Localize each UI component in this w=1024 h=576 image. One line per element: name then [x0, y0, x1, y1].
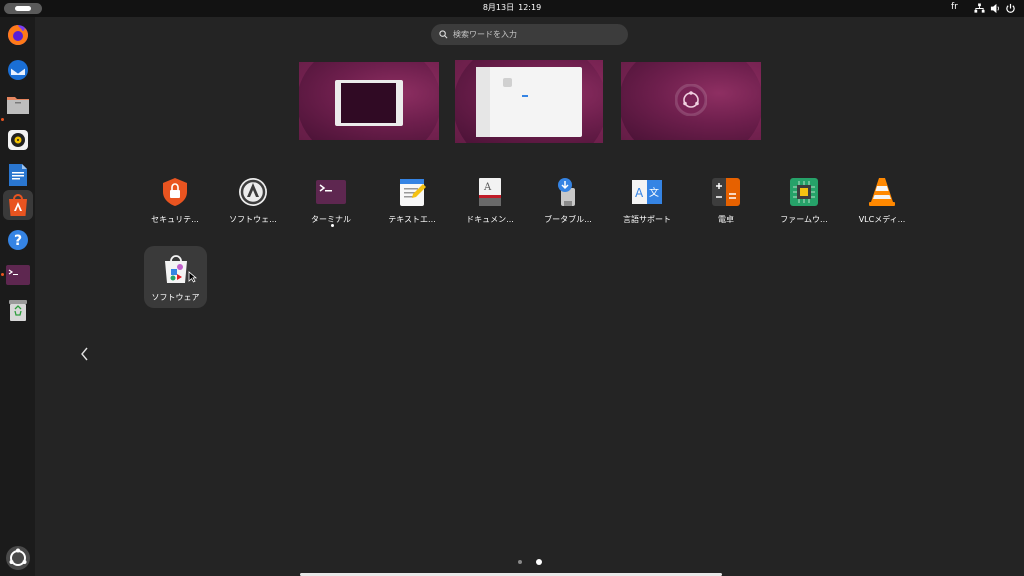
app-text-editor[interactable]: テキストエ... — [377, 176, 447, 236]
writer-icon — [9, 164, 27, 186]
terminal-running-indicator — [331, 224, 334, 227]
app-label: 電卓 — [718, 215, 734, 224]
show-apps-icon — [6, 546, 30, 570]
dock-thunderbird[interactable] — [3, 55, 33, 85]
svg-text:?: ? — [14, 233, 22, 249]
software-updater-icon — [239, 178, 267, 206]
clock[interactable]: 8月13日 12:19 — [0, 2, 1024, 13]
bootable-usb-icon — [558, 178, 575, 206]
terminal-icon — [316, 180, 346, 204]
window-sidebar — [476, 67, 490, 137]
window-app-icon — [503, 78, 512, 87]
software-folder-icon — [165, 255, 187, 283]
network-icon[interactable] — [974, 3, 985, 14]
app-folder-software[interactable]: ソフトウェア — [144, 246, 207, 308]
dock-writer[interactable] — [3, 160, 33, 190]
help-icon: ? — [8, 230, 28, 250]
files-icon — [7, 97, 29, 114]
desktop-overview: 8月13日 12:19 fr ? 検索ワードを入力 セキュリテ... ソフトウェ… — [0, 0, 1024, 576]
app-label: ブータブル... — [544, 215, 592, 224]
app-vlc[interactable]: VLCメディ... — [847, 176, 917, 236]
app-terminal[interactable]: ターミナル — [296, 176, 366, 236]
previous-page-icon[interactable] — [78, 346, 92, 362]
window-link — [522, 95, 528, 97]
dock-trash[interactable] — [3, 295, 33, 325]
trash-icon — [9, 300, 27, 321]
running-indicator — [1, 118, 4, 121]
dock-terminal[interactable] — [3, 260, 33, 290]
workspace-thumbnail-1[interactable] — [299, 62, 439, 140]
search-icon — [439, 30, 448, 39]
app-center-window-thumbnail[interactable] — [476, 67, 582, 137]
app-label: テキストエ... — [388, 215, 436, 224]
terminal-content — [341, 83, 396, 123]
svg-text:文: 文 — [649, 186, 659, 199]
dock-app-center[interactable] — [3, 190, 33, 220]
app-label: VLCメディ... — [858, 215, 906, 224]
clock-time: 12:19 — [518, 3, 542, 12]
search-input[interactable] — [453, 30, 613, 39]
app-software-updater[interactable]: ソフトウェ... — [218, 176, 288, 236]
page-indicator-1[interactable] — [518, 560, 522, 564]
firmware-icon — [790, 178, 818, 206]
dock-firefox[interactable] — [3, 20, 33, 50]
app-bootable-usb[interactable]: ブータブル... — [533, 176, 603, 236]
app-label: ソフトウェ... — [229, 215, 277, 224]
security-icon — [163, 178, 187, 206]
firefox-icon — [8, 25, 28, 45]
text-editor-icon — [400, 179, 426, 206]
document-viewer-icon: A — [479, 178, 501, 206]
svg-text:A: A — [635, 186, 644, 200]
ubuntu-wallpaper-logo — [675, 84, 707, 116]
dock-rhythmbox[interactable] — [3, 125, 33, 155]
svg-text:A: A — [483, 182, 492, 193]
app-label: 言語サポート — [623, 215, 671, 224]
language-support-icon: A 文 — [632, 180, 662, 204]
rhythmbox-icon — [8, 130, 28, 150]
app-label: ドキュメン... — [466, 215, 514, 224]
terminal-window-thumbnail[interactable] — [335, 80, 403, 126]
volume-icon[interactable] — [990, 3, 1001, 14]
folder-label: ソフトウェア — [151, 293, 200, 302]
input-source-indicator[interactable]: fr — [951, 2, 958, 12]
app-label: ファームウ... — [780, 215, 828, 224]
workspace-thumbnail-3[interactable] — [621, 62, 761, 140]
mouse-cursor-icon — [188, 271, 197, 283]
top-bar: 8月13日 12:19 fr — [0, 0, 1024, 17]
app-language-support[interactable]: A 文 言語サポート — [612, 176, 682, 236]
calculator-icon — [712, 178, 740, 206]
app-label: セキュリテ... — [151, 215, 199, 224]
search-bar[interactable] — [431, 24, 628, 45]
dock-help[interactable]: ? — [3, 225, 33, 255]
clock-date: 8月13日 — [482, 3, 515, 12]
vlc-icon — [869, 178, 895, 206]
app-firmware-updater[interactable]: ファームウ... — [769, 176, 839, 236]
terminal-icon — [6, 265, 30, 285]
workspace-thumbnail-2[interactable] — [455, 60, 603, 143]
app-center-icon — [9, 194, 27, 216]
page-indicator-2[interactable] — [536, 559, 542, 565]
show-apps-button[interactable] — [3, 543, 33, 573]
power-icon[interactable] — [1005, 3, 1016, 14]
app-document-viewer[interactable]: A ドキュメン... — [455, 176, 525, 236]
dock: ? — [0, 17, 35, 576]
app-calculator[interactable]: 電卓 — [691, 176, 761, 236]
dock-files[interactable] — [3, 90, 33, 120]
thunderbird-icon — [8, 60, 28, 80]
app-security[interactable]: セキュリテ... — [140, 176, 210, 236]
